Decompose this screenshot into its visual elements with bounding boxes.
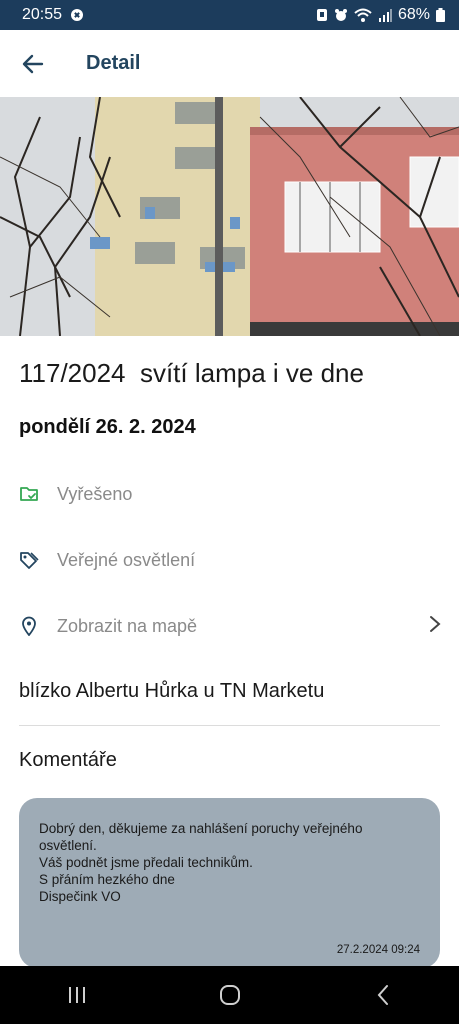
battery-percent: 68% <box>397 6 430 23</box>
status-row: Vyřešeno <box>0 472 459 516</box>
comment-body: Dobrý den, děkujeme za nahlášení poruchy… <box>39 820 420 905</box>
status-label: Vyřešeno <box>57 483 133 504</box>
app-bar: Detail <box>0 30 459 97</box>
recents-icon <box>68 987 85 1003</box>
comment-line: Dobrý den, děkujeme za nahlášení poruchy… <box>39 821 363 853</box>
alarm-clock-icon <box>334 8 348 22</box>
map-pin-icon <box>21 616 36 636</box>
report-photo[interactable] <box>0 97 459 336</box>
alarm-icon <box>316 8 328 22</box>
divider <box>19 725 440 726</box>
folder-check-icon <box>19 487 38 501</box>
back-button[interactable] <box>0 30 66 97</box>
home-icon <box>219 985 240 1005</box>
nav-back-button[interactable] <box>353 966 413 1024</box>
arrow-left-icon <box>22 54 44 73</box>
report-title: 117/2024 svítí lampa i ve dne <box>19 358 364 388</box>
tags-icon <box>19 552 39 569</box>
comment-line: Váš podnět jsme předali technikům. <box>39 855 253 870</box>
map-link-label: Zobrazit na mapě <box>57 615 198 636</box>
report-date: pondělí 26. 2. 2024 <box>19 416 196 438</box>
recents-button[interactable] <box>47 966 107 1024</box>
status-time: 20:55 <box>22 6 63 23</box>
wifi-icon <box>354 8 372 22</box>
category-label: Veřejné osvětlení <box>57 549 196 570</box>
comment-timestamp: 27.2.2024 09:24 <box>336 944 420 956</box>
home-button[interactable] <box>200 966 260 1024</box>
sync-icon <box>70 8 84 22</box>
chevron-right-icon <box>429 614 441 639</box>
battery-icon <box>436 8 445 22</box>
system-nav-bar <box>0 966 459 1024</box>
category-row: Veřejné osvětlení <box>0 538 459 582</box>
comment-card: Dobrý den, děkujeme za nahlášení poruchy… <box>19 798 440 968</box>
back-icon <box>377 985 388 1005</box>
comment-line: Dispečink VO <box>39 889 121 904</box>
signal-icon <box>378 8 392 22</box>
location-text: blízko Albertu Hůrka u TN Marketu <box>19 680 325 702</box>
status-bar: 20:55 68% <box>0 0 459 30</box>
map-link-row[interactable]: Zobrazit na mapě <box>0 604 459 648</box>
comment-line: S přáním hezkého dne <box>39 872 175 887</box>
page-title: Detail <box>86 52 141 74</box>
comments-heading: Komentáře <box>19 749 117 771</box>
